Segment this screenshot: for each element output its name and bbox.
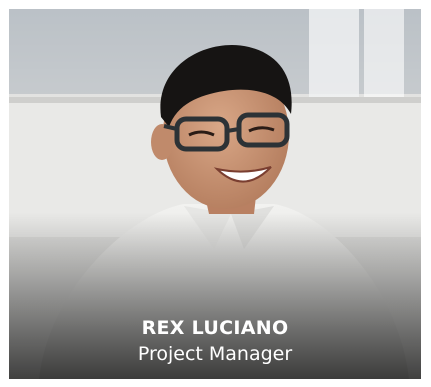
profile-card[interactable]: REX LUCIANO Project Manager (9, 9, 421, 379)
caption: REX LUCIANO Project Manager (9, 316, 421, 367)
person-role: Project Manager (137, 343, 293, 365)
person-name: REX LUCIANO (141, 317, 289, 339)
